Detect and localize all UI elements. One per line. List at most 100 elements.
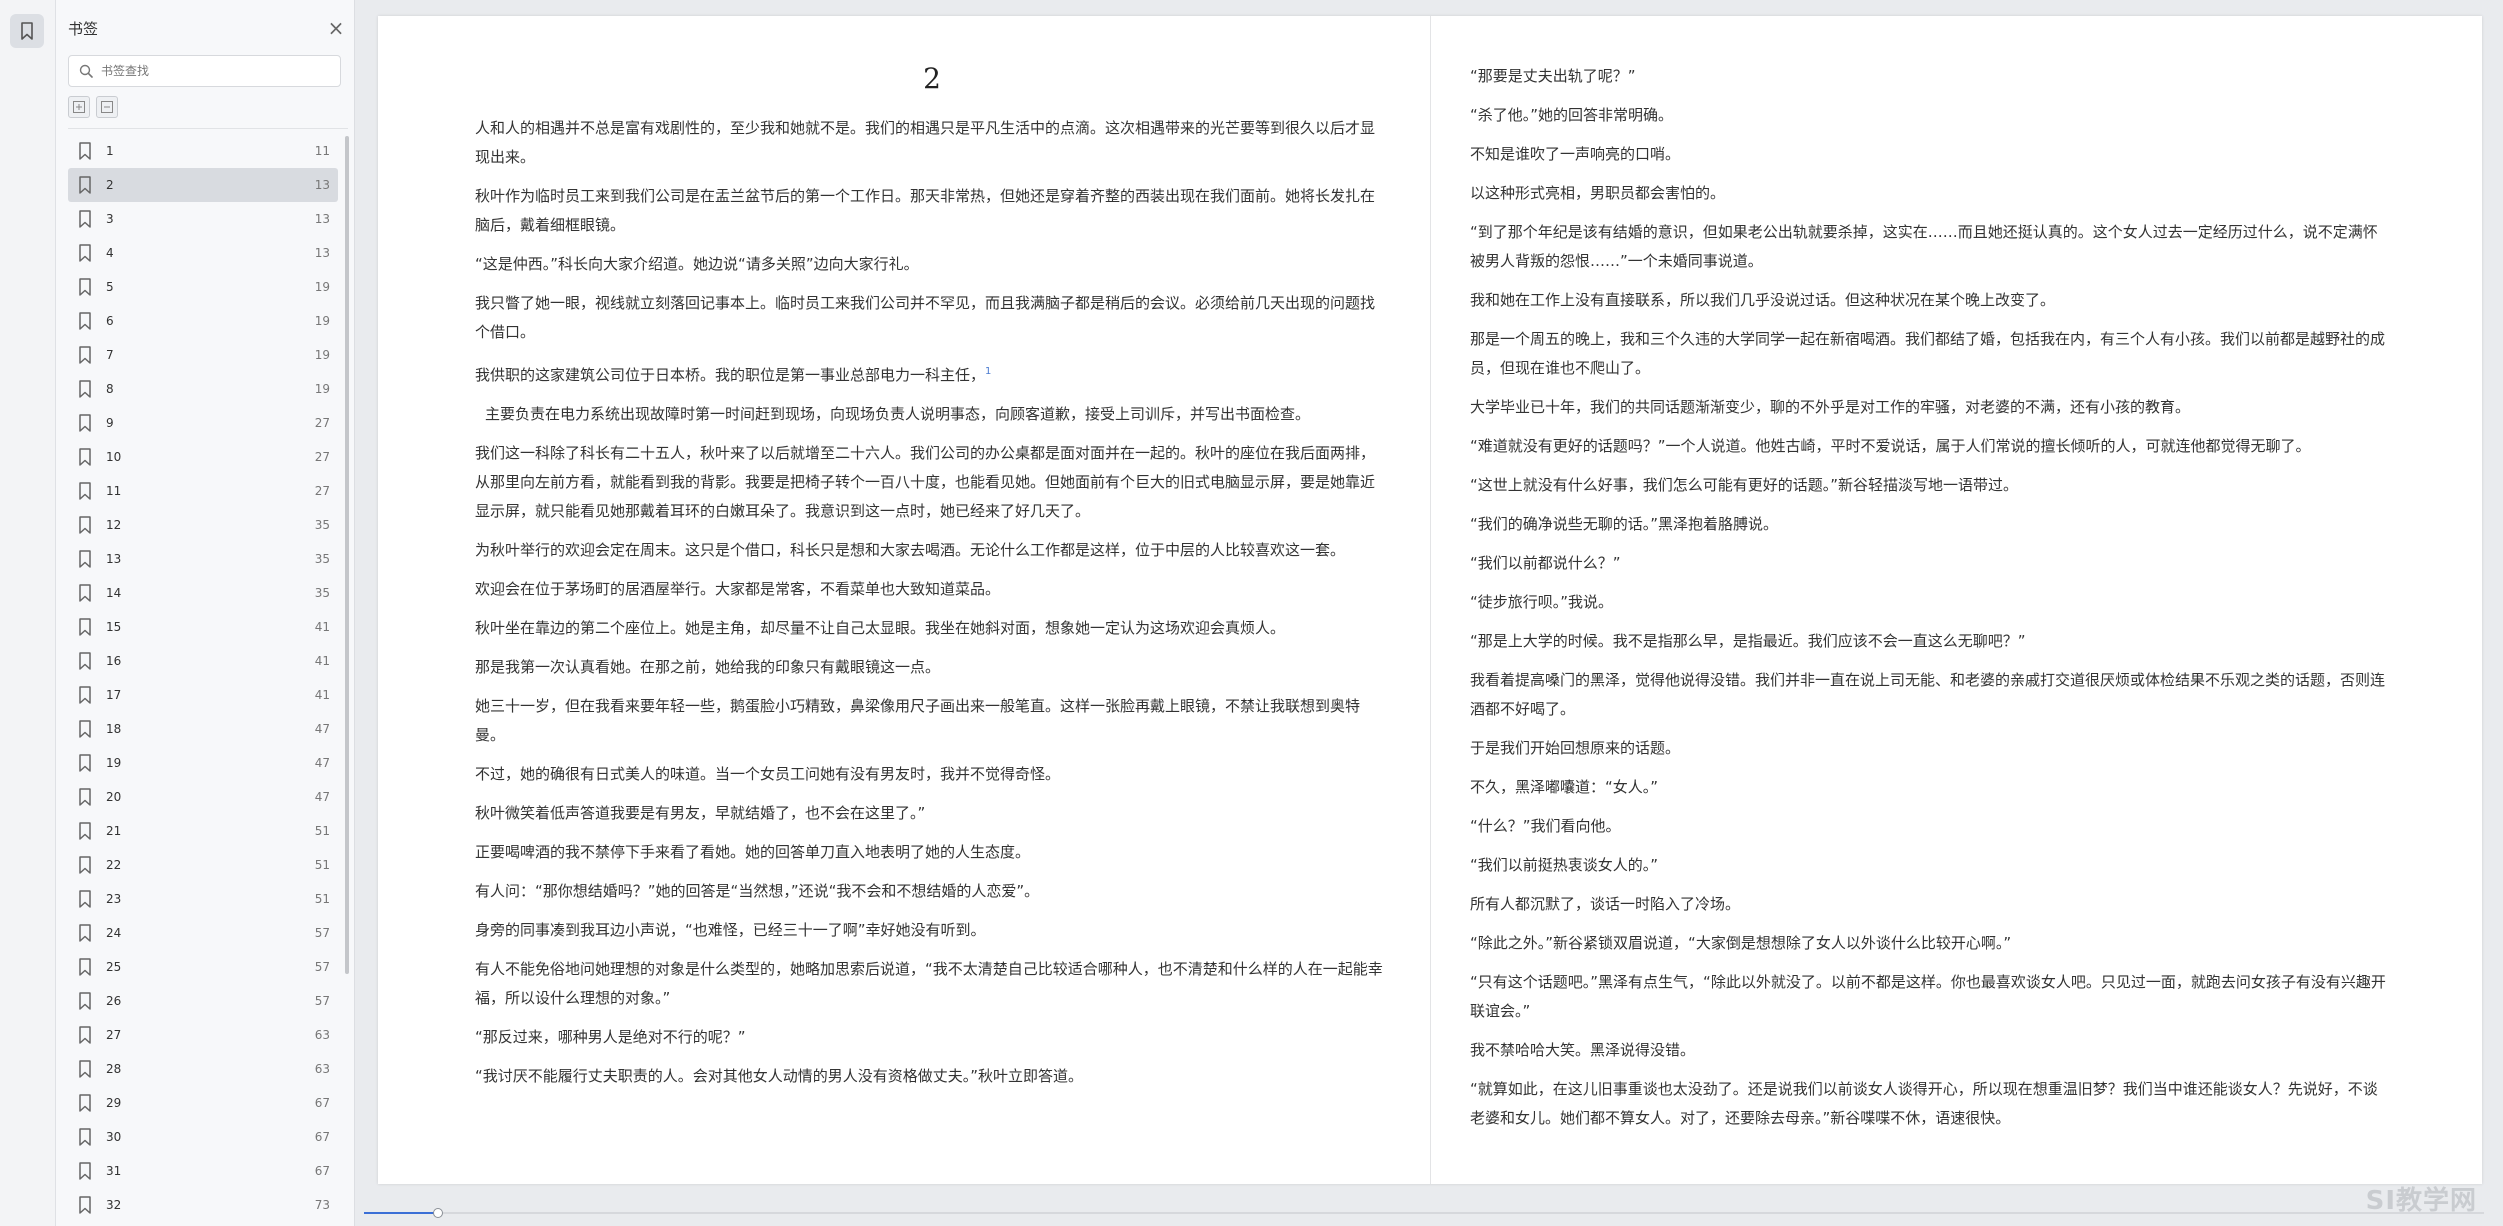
paragraph: “杀了他。”她的回答非常明确。 (1470, 106, 1674, 124)
bookmark-icon (79, 618, 91, 636)
bookmark-icon (79, 1128, 91, 1146)
paragraph: 我看着提高嗓门的黑泽，觉得他说得没错。我们并非一直在说上司无能、和老婆的亲戚打交… (1470, 671, 2386, 718)
paragraph: “就算如此，在这儿旧事重谈也太没劲了。还是说我们以前谈女人谈得开心，所以现在想重… (1470, 1080, 2378, 1127)
bookmark-item[interactable]: 24 57 (68, 916, 338, 950)
bookmark-label: 12 (106, 518, 122, 532)
bookmark-item[interactable]: 25 57 (68, 950, 338, 984)
bookmark-item[interactable]: 13 35 (68, 542, 338, 576)
panel-header: 书签 × (68, 16, 348, 40)
bookmark-item[interactable]: 28 63 (68, 1052, 338, 1086)
bookmark-label: 17 (106, 688, 122, 702)
bookmark-item[interactable]: 15 41 (68, 610, 338, 644)
bookmark-icon (79, 584, 91, 602)
paragraph: “我们的确净说些无聊的话。”黑泽抱着胳膊说。 (1470, 515, 1779, 533)
bookmark-item[interactable]: 8 19 (68, 372, 338, 406)
watermark: SI教学网 (2365, 1186, 2477, 1216)
bookmark-item[interactable]: 1 11 (68, 134, 338, 168)
expand-all-icon (73, 101, 85, 113)
bookmark-icon (79, 856, 91, 874)
bookmark-item[interactable]: 18 47 (68, 712, 338, 746)
bookmark-item[interactable]: 9 27 (68, 406, 338, 440)
footnote-marker[interactable]: 1 (985, 366, 991, 377)
paragraph: 我和她在工作上没有直接联系，所以我们几乎没说过话。但这种状况在某个晚上改变了。 (1470, 291, 2056, 309)
bookmark-icon (79, 1196, 91, 1214)
bookmark-item[interactable]: 6 19 (68, 304, 338, 338)
paragraph: “那是上大学的时候。我不是指那么早，是指最近。我们应该不会一直这么无聊吧？” (1470, 632, 2026, 650)
bookmark-item[interactable]: 14 35 (68, 576, 338, 610)
bookmark-label: 27 (106, 1028, 122, 1042)
bookmark-icon (79, 244, 91, 262)
bookmark-page-number: 19 (314, 348, 330, 362)
bookmark-label: 11 (106, 484, 122, 498)
bookmark-label: 4 (106, 246, 114, 260)
panel-tools (68, 96, 118, 118)
paragraph: 秋叶作为临时员工来到我们公司是在盂兰盆节后的第一个工作日。那天非常热，但她还是穿… (475, 187, 1376, 234)
left-page: 2 人和人的相遇并不总是富有戏剧性的，至少我和她就不是。我们的相遇只是平凡生活中… (475, 62, 1389, 1101)
bookmark-item[interactable]: 32 73 (68, 1188, 338, 1222)
reading-progress-fill (364, 1212, 438, 1214)
paragraph: “徒步旅行呗。”我说。 (1470, 593, 1614, 611)
paragraph: 秋叶坐在靠边的第二个座位上。她是主角，却尽量不让自己太显眼。我坐在她斜对面，想象… (475, 619, 1286, 637)
bookmark-icon (79, 686, 91, 704)
bookmark-label: 30 (106, 1130, 122, 1144)
bookmark-page-number: 47 (314, 722, 330, 736)
bookmark-icon (79, 1162, 91, 1180)
bookmark-page-number: 73 (314, 1198, 330, 1212)
paragraph: 我们这一科除了科长有二十五人，秋叶来了以后就增至二十六人。我们公司的办公桌都是面… (475, 444, 1376, 520)
paragraph: “难道就没有更好的话题吗？”一个人说道。他姓古崎，平时不爱说话，属于人们常说的擅… (1470, 437, 2311, 455)
paragraph: 于是我们开始回想原来的话题。 (1470, 739, 1681, 757)
bookmark-item[interactable]: 2 13 (68, 168, 338, 202)
bookmark-item[interactable]: 11 27 (68, 474, 338, 508)
paragraph: 主要负责在电力系统出现故障时第一时间赶到现场，向现场负责人说明事态，向顾客道歉，… (485, 405, 1311, 423)
bookmark-label: 1 (106, 144, 114, 158)
bookmark-item[interactable]: 29 67 (68, 1086, 338, 1120)
bookmark-icon (79, 278, 91, 296)
bookmark-icon (79, 516, 91, 534)
bookmark-item[interactable]: 22 51 (68, 848, 338, 882)
close-icon[interactable]: × (324, 18, 348, 38)
bookmark-page-number: 13 (314, 178, 330, 192)
collapse-bookmark-button[interactable] (96, 96, 118, 118)
bookmark-page-number: 51 (314, 824, 330, 838)
add-bookmark-button[interactable] (68, 96, 90, 118)
reading-progress-handle[interactable] (433, 1208, 443, 1218)
bookmark-item[interactable]: 4 13 (68, 236, 338, 270)
bookmark-item[interactable]: 17 41 (68, 678, 338, 712)
reading-progress-track[interactable] (364, 1212, 2484, 1214)
bookmark-icon (79, 142, 91, 160)
bookmark-page-number: 41 (314, 620, 330, 634)
bookmark-item[interactable]: 30 67 (68, 1120, 338, 1154)
bookmark-label: 25 (106, 960, 122, 974)
bookmark-item[interactable]: 19 47 (68, 746, 338, 780)
bookmark-item[interactable]: 10 27 (68, 440, 338, 474)
bookmark-item[interactable]: 31 67 (68, 1154, 338, 1188)
bookmark-item[interactable]: 23 51 (68, 882, 338, 916)
paragraph: 有人不能免俗地问她理想的对象是什么类型的，她略加思索后说道，“我不太清楚自己比较… (475, 960, 1383, 1007)
paragraph: 秋叶微笑着低声答道我要是有男友，早就结婚了，也不会在这里了。” (475, 804, 926, 822)
bookmark-icon (79, 754, 91, 772)
bookmark-icon (79, 312, 91, 330)
paragraph: “除此之外。”新谷紧锁双眉说道，“大家倒是想想除了女人以外谈什么比较开心啊。” (1470, 934, 2012, 952)
bookmark-item[interactable]: 3 13 (68, 202, 338, 236)
bookmark-icon (79, 482, 91, 500)
bookmark-item[interactable]: 12 35 (68, 508, 338, 542)
bookmark-search[interactable] (68, 55, 341, 87)
bookmark-item[interactable]: 26 57 (68, 984, 338, 1018)
bookmark-item[interactable]: 21 51 (68, 814, 338, 848)
bookmark-label: 14 (106, 586, 122, 600)
bookmark-label: 16 (106, 654, 122, 668)
bookmark-item[interactable]: 16 41 (68, 644, 338, 678)
bookmark-item[interactable]: 20 47 (68, 780, 338, 814)
bookmark-search-input[interactable] (101, 64, 321, 78)
bookmark-scrollbar[interactable] (345, 136, 349, 974)
bookmark-label: 6 (106, 314, 114, 328)
left-toolbar-rail (0, 0, 56, 1226)
bookmark-icon (79, 992, 91, 1010)
document-view: 2 人和人的相遇并不总是富有戏剧性的，至少我和她就不是。我们的相遇只是平凡生活中… (378, 16, 2482, 1184)
bookmark-item[interactable]: 27 63 (68, 1018, 338, 1052)
bookmark-panel-toggle[interactable] (10, 14, 44, 48)
bookmark-item[interactable]: 7 19 (68, 338, 338, 372)
bookmark-item[interactable]: 5 19 (68, 270, 338, 304)
bookmark-icon (79, 414, 91, 432)
paragraph: 她三十一岁，但在我看来要年轻一些，鹅蛋脸小巧精致，鼻梁像用尺子画出来一般笔直。这… (475, 697, 1361, 744)
